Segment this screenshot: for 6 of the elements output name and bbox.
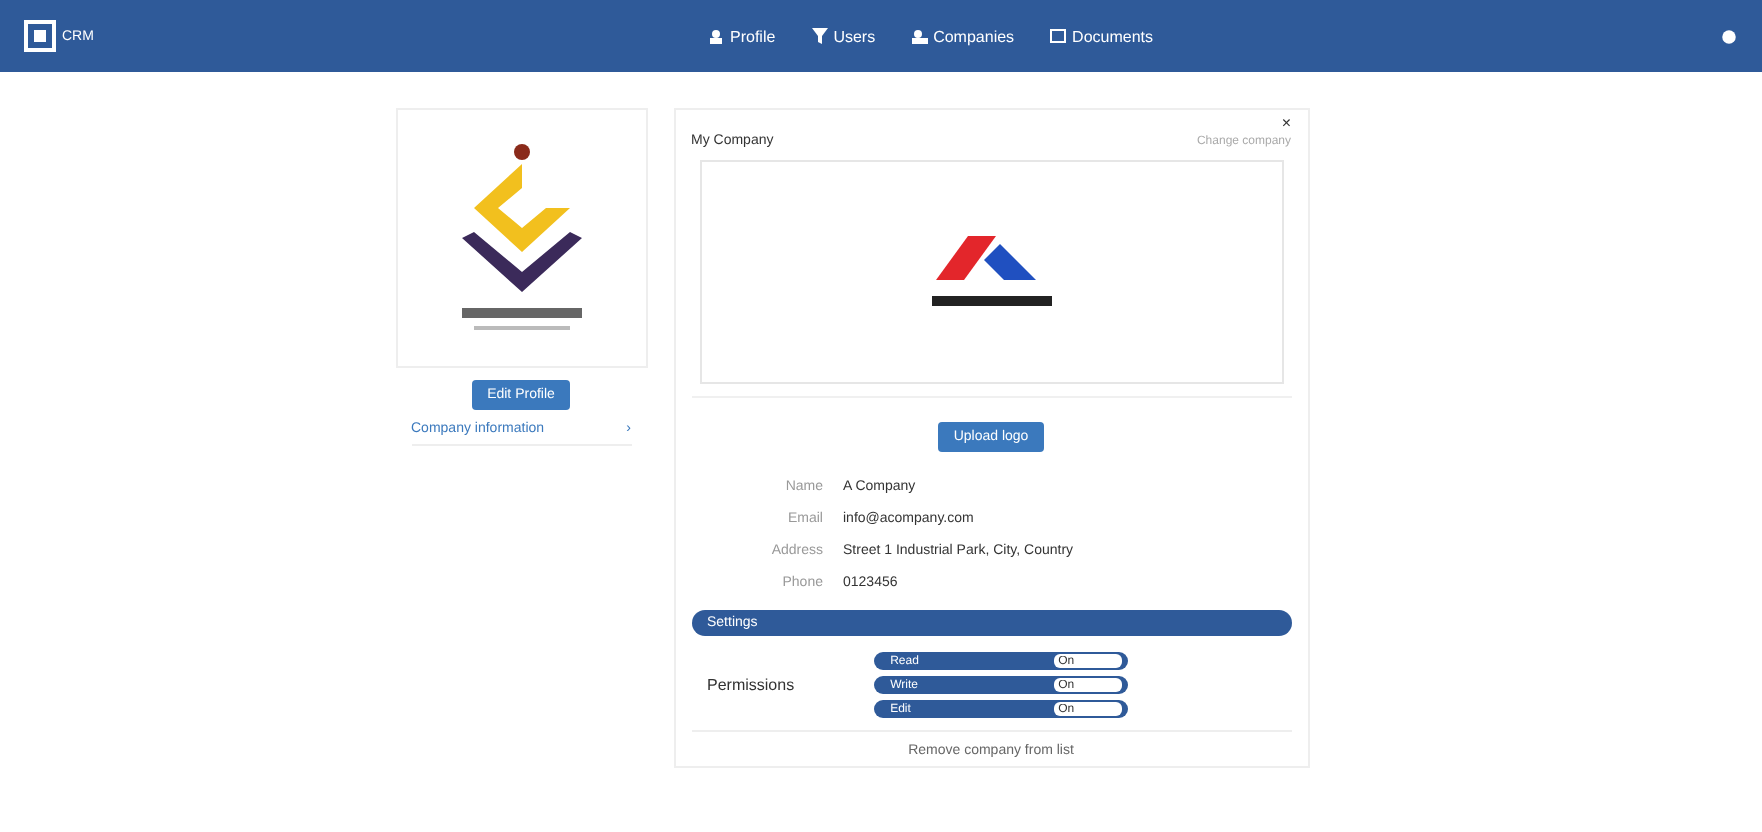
nav-link[interactable]: Users: [807, 23, 880, 49]
close-button[interactable]: ×: [1281, 114, 1291, 132]
permissions-label: Permissions: [707, 676, 795, 694]
nav-link[interactable]: Profile: [704, 23, 780, 49]
nav-link[interactable]: Companies: [907, 23, 1019, 49]
nav-link[interactable]: Documents: [1046, 23, 1158, 49]
